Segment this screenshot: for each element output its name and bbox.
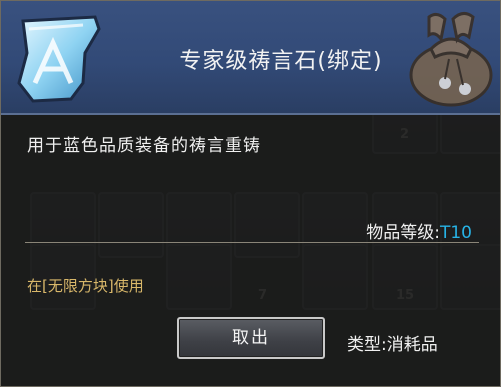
item-type-value: 消耗品	[386, 335, 438, 355]
item-type-label: 类型	[347, 335, 381, 355]
item-name: 专家级祷言石(绑定)	[179, 49, 383, 74]
item-usage-hint: 在[无限方块]使用	[27, 277, 144, 295]
item-level: 物品等级:T10	[366, 218, 472, 243]
tooltip-header: 专家级祷言石(绑定)	[1, 1, 500, 115]
item-description: 用于蓝色品质装备的祷言重铸	[27, 136, 261, 156]
item-level-label: 物品等级	[366, 223, 435, 243]
item-type: 类型:消耗品	[347, 330, 438, 355]
divider	[25, 242, 479, 243]
take-out-button[interactable]: 取出	[177, 317, 325, 359]
item-tooltip: 专家级祷言石(绑定) 用于蓝色品质装备的祷言重铸 物品等级:T10 在[无限方块…	[0, 0, 501, 387]
item-level-value: T10	[439, 223, 472, 243]
